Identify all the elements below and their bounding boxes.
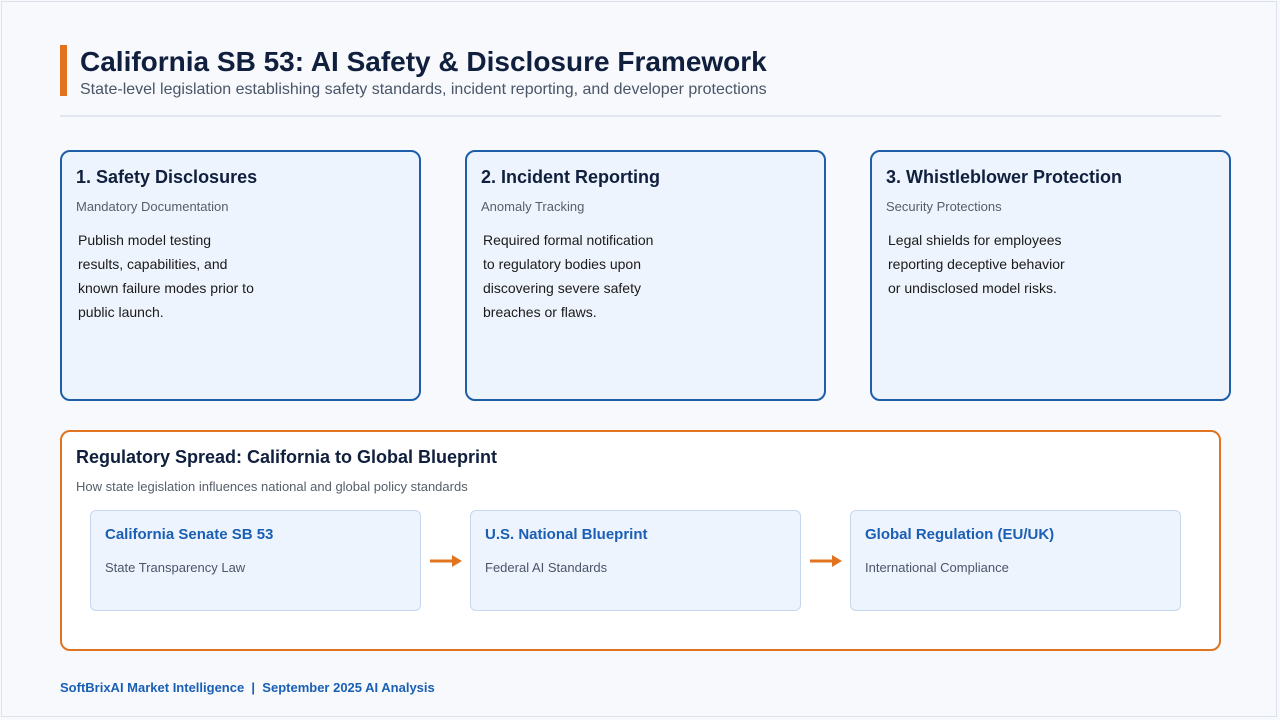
card-description: Legal shields for employees reporting de… [888, 228, 1088, 300]
card-description-line: Required formal notification [483, 232, 654, 248]
stage-title: U.S. National Blueprint [485, 526, 648, 543]
stage-subtitle: Federal AI Standards [485, 560, 608, 575]
card-description-line: Publish model testing [78, 232, 212, 248]
stage-us-national: U.S. National Blueprint Federal AI Stand… [470, 510, 801, 611]
card-subtitle: Security Protections [886, 199, 1002, 214]
card-description-line: reporting deceptive behavior [888, 256, 1065, 272]
stage-title: Global Regulation (EU/UK) [865, 526, 1055, 543]
card-whistleblower-protection: 3. Whistleblower Protection Security Pro… [870, 150, 1231, 401]
card-description-line: known failure modes prior to [78, 280, 254, 296]
spread-subtitle: How state legislation influences nationa… [76, 479, 468, 494]
arrow-right-icon [430, 555, 462, 567]
card-subtitle: Mandatory Documentation [76, 199, 229, 214]
regulatory-spread-panel: Regulatory Spread: California to Global … [60, 430, 1221, 651]
header-accent-bar [60, 45, 67, 96]
card-description: Required formal notification to regulato… [483, 228, 683, 324]
stage-title: California Senate SB 53 [105, 526, 274, 543]
page-title: California SB 53: AI Safety & Disclosure… [80, 46, 767, 77]
card-description-line: results, capabilities, and [78, 256, 228, 272]
footer-credit: SoftBrixAI Market Intelligence | Septemb… [60, 680, 435, 695]
card-description-line: public launch. [78, 304, 164, 320]
header-divider [60, 115, 1221, 117]
stage-subtitle: International Compliance [865, 560, 1009, 575]
card-incident-reporting: 2. Incident Reporting Anomaly Tracking R… [465, 150, 826, 401]
page-subtitle: State-level legislation establishing saf… [80, 81, 767, 98]
stage-global: Global Regulation (EU/UK) International … [850, 510, 1181, 611]
stage-subtitle: State Transparency Law [105, 560, 246, 575]
card-description-line: Legal shields for employees [888, 232, 1062, 248]
card-description-line: or undisclosed model risks. [888, 280, 1057, 296]
spread-title: Regulatory Spread: California to Global … [76, 447, 498, 467]
card-description: Publish model testing results, capabilit… [78, 228, 278, 324]
card-description-line: to regulatory bodies upon [483, 256, 641, 272]
arrow-right-icon [810, 555, 842, 567]
card-subtitle: Anomaly Tracking [481, 199, 585, 214]
card-title: 2. Incident Reporting [481, 167, 661, 187]
card-title: 3. Whistleblower Protection [886, 167, 1123, 187]
card-description-line: discovering severe safety [483, 280, 641, 296]
card-description-line: breaches or flaws. [483, 304, 597, 320]
card-safety-disclosures: 1. Safety Disclosures Mandatory Document… [60, 150, 421, 401]
card-title: 1. Safety Disclosures [76, 167, 258, 187]
stage-california: California Senate SB 53 State Transparen… [90, 510, 421, 611]
